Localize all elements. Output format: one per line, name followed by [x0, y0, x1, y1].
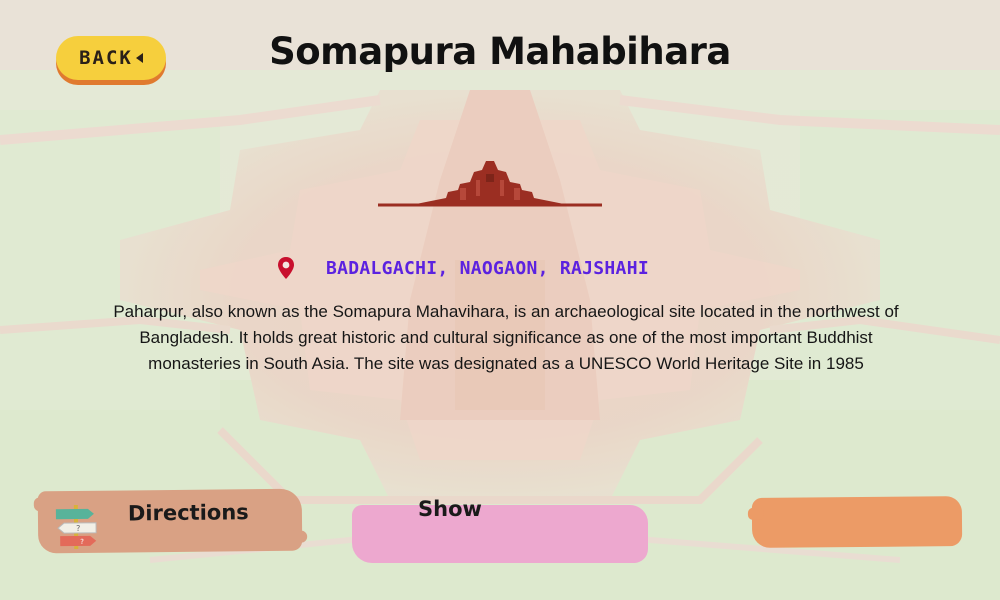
directions-label: Directions — [127, 500, 249, 526]
temple-icon — [376, 158, 604, 210]
location-row: BADALGACHI, NAOGAON, RAJSHAHI — [276, 256, 649, 280]
svg-text:?: ? — [80, 538, 84, 546]
location-text: BADALGACHI, NAOGAON, RAJSHAHI — [326, 257, 649, 279]
directions-button[interactable]: ? ? Directions — [37, 488, 303, 554]
back-button[interactable]: BACK — [56, 36, 166, 80]
signpost-icon: ? ? — [55, 504, 97, 550]
orange-action-button[interactable] — [751, 496, 963, 548]
show-button[interactable]: Show — [352, 497, 648, 563]
site-description: Paharpur, also known as the Somapura Mah… — [113, 302, 899, 373]
back-button-label: BACK — [79, 47, 133, 69]
back-arrow-icon — [135, 53, 143, 63]
show-label: Show — [418, 497, 482, 521]
page-title: Somapura Mahabihara — [269, 30, 731, 73]
map-pin-icon — [278, 257, 294, 279]
svg-text:?: ? — [76, 524, 80, 533]
